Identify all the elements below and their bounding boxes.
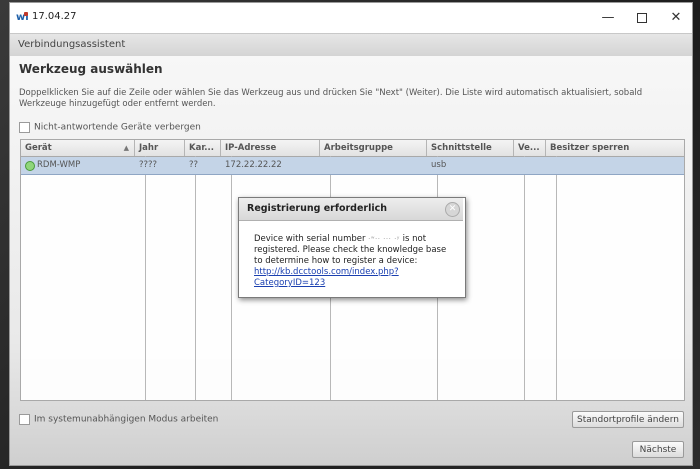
window-title: 17.04.27 <box>32 11 77 22</box>
cell-ip: 172.22.22.22 <box>225 160 282 170</box>
next-button[interactable]: Nächste <box>632 441 684 458</box>
cell-interface: usb <box>431 160 447 170</box>
message-text: Device with serial number <box>254 234 369 244</box>
instructions-text: Doppelklicken Sie auf die Zeile oder wäh… <box>19 88 643 109</box>
cell-year: ???? <box>139 160 158 170</box>
page-heading: Werkzeug auswählen <box>19 62 163 76</box>
registration-dialog: Registrierung erforderlich ✕ Device with… <box>238 197 466 298</box>
maximize-icon <box>637 12 647 23</box>
dialog-header: Registrierung erforderlich ✕ <box>239 198 463 221</box>
hide-nonresponding-checkbox-row[interactable]: Nicht-antwortende Geräte verbergen <box>19 122 201 133</box>
status-online-icon <box>25 161 35 171</box>
app-logo-icon: wi <box>16 12 29 23</box>
table-header: Gerät ▲ Jahr Kar... IP-Adresse Arbeitsgru… <box>21 140 684 157</box>
dialog-title: Registrierung erforderlich <box>247 203 388 214</box>
column-header-year[interactable]: Jahr <box>135 140 185 156</box>
column-header-interface[interactable]: Schnittstelle <box>427 140 514 156</box>
column-header-owner-lock[interactable]: Besitzer sperren <box>546 140 684 156</box>
title-bar: wi 17.04.27 — ✕ <box>10 3 692 33</box>
table-row[interactable]: RDM-WMP ???? ?? 172.22.22.22 usb <box>21 157 684 175</box>
hide-nonresponding-label: Nicht-antwortende Geräte verbergen <box>34 122 201 133</box>
column-divider <box>556 156 557 400</box>
hide-nonresponding-checkbox[interactable] <box>19 122 30 133</box>
cell-ve <box>514 157 546 174</box>
cell-workgroup <box>320 157 427 174</box>
column-divider <box>145 156 146 400</box>
maximize-button[interactable] <box>624 3 660 33</box>
column-header-workgroup[interactable]: Arbeitsgruppe <box>320 140 427 156</box>
column-header-ve[interactable]: Ve... <box>514 140 546 156</box>
column-divider <box>231 156 232 400</box>
cell-device: RDM-WMP <box>21 157 135 174</box>
column-header-device[interactable]: Gerät ▲ <box>21 140 135 156</box>
column-header-ip[interactable]: IP-Adresse <box>221 140 320 156</box>
column-divider <box>524 156 525 400</box>
column-divider <box>195 156 196 400</box>
wizard-header: Verbindungsassistent <box>10 33 692 57</box>
cell-owner-lock <box>546 157 684 174</box>
redacted-serial: ·ʷ·· ··· ·ʸ <box>368 235 400 243</box>
close-window-button[interactable]: ✕ <box>658 3 692 33</box>
dialog-message: Device with serial number ·ʷ·· ··· ·ʸ is… <box>254 234 454 289</box>
cell-kar: ?? <box>189 160 199 170</box>
wizard-title: Verbindungsassistent <box>18 39 126 50</box>
standalone-mode-label: Im systemunabhängigen Modus arbeiten <box>34 414 219 425</box>
knowledge-base-link[interactable]: http://kb.dcctools.com/index.php? Categor… <box>254 267 399 288</box>
column-header-kar[interactable]: Kar... <box>185 140 221 156</box>
standalone-mode-checkbox-row[interactable]: Im systemunabhängigen Modus arbeiten <box>19 414 218 425</box>
standalone-mode-checkbox[interactable] <box>19 414 30 425</box>
dialog-close-icon[interactable]: ✕ <box>445 202 460 217</box>
sort-ascending-icon: ▲ <box>123 144 129 152</box>
change-site-profile-button[interactable]: Standortprofile ändern <box>572 411 684 428</box>
minimize-button[interactable]: — <box>590 3 626 33</box>
